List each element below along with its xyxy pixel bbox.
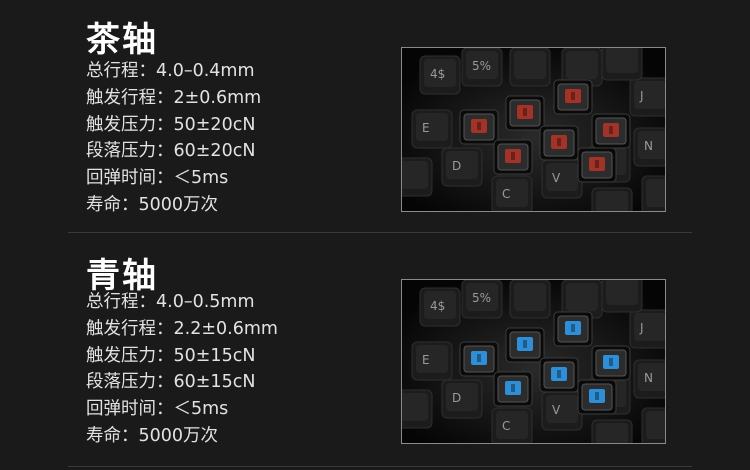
spec-tactile-force: 段落压力：60±20cN bbox=[86, 141, 256, 162]
spec-actuation-travel: 触发行程：2±0.6mm bbox=[86, 87, 262, 108]
keycap-legend: J bbox=[639, 89, 644, 103]
keycap-legend: 4$ bbox=[430, 67, 445, 81]
keycap: 5% bbox=[461, 48, 503, 87]
spec-list: 总行程：4.0–0.5mm 触发行程：2.2±0.6mm 触发压力：50±15c… bbox=[86, 289, 278, 450]
blue-switch-section: 青轴 总行程：4.0–0.5mm 触发行程：2.2±0.6mm 触发压力：50±… bbox=[0, 232, 750, 470]
keycap bbox=[509, 280, 551, 319]
keycap-legend: D bbox=[452, 391, 461, 405]
keycap: D bbox=[441, 379, 483, 419]
keycap: N bbox=[633, 127, 665, 167]
keycap-legend: J bbox=[639, 321, 644, 335]
keycap bbox=[402, 389, 433, 429]
spec-lifespan: 寿命：5000万次 bbox=[86, 425, 219, 446]
keycap-legend: 4$ bbox=[430, 299, 445, 313]
switch bbox=[493, 139, 533, 175]
switch bbox=[591, 345, 631, 381]
brown-switch-keyboard-photo: 4$5%JEDCVBN bbox=[401, 47, 666, 212]
switch bbox=[591, 113, 631, 149]
keycap-legend: C bbox=[502, 187, 510, 201]
keycap-legend: E bbox=[422, 121, 430, 135]
switch bbox=[459, 109, 499, 145]
switch bbox=[505, 327, 545, 363]
spec-reset-time: 回弹时间：＜5ms bbox=[86, 168, 229, 189]
keycap bbox=[641, 407, 665, 443]
keycap: J bbox=[629, 77, 665, 117]
keycap-legend: D bbox=[452, 159, 461, 173]
keycap: V bbox=[541, 159, 583, 199]
switch bbox=[459, 341, 499, 377]
switch bbox=[553, 311, 593, 347]
keycap: C bbox=[491, 175, 533, 211]
keycap bbox=[591, 419, 633, 443]
switch bbox=[539, 357, 579, 393]
keycap bbox=[601, 48, 643, 81]
keycap: V bbox=[541, 391, 583, 431]
switch bbox=[539, 125, 579, 161]
switch bbox=[505, 95, 545, 131]
section-divider bbox=[68, 466, 692, 467]
keycap bbox=[402, 157, 433, 197]
spec-actuation-force: 触发压力：50±15cN bbox=[86, 345, 256, 366]
keycap: E bbox=[411, 341, 453, 381]
keycap-legend: V bbox=[552, 171, 561, 185]
switch bbox=[577, 379, 617, 415]
keycap-legend: N bbox=[644, 139, 653, 153]
spec-list: 总行程：4.0–0.4mm 触发行程：2±0.6mm 触发压力：50±20cN … bbox=[86, 58, 261, 219]
spec-tactile-force: 段落压力：60±15cN bbox=[86, 372, 256, 393]
keycap: J bbox=[629, 309, 665, 349]
switch bbox=[553, 79, 593, 115]
keycap-legend: V bbox=[552, 403, 561, 417]
keycap bbox=[591, 187, 633, 211]
spec-lifespan: 寿命：5000万次 bbox=[86, 194, 219, 215]
keycap: E bbox=[411, 109, 453, 149]
blue-switch-keyboard-photo: 4$5%JEDCVBN bbox=[401, 279, 666, 444]
keycap: D bbox=[441, 147, 483, 187]
brown-switch-section: 茶轴 总行程：4.0–0.4mm 触发行程：2±0.6mm 触发压力：50±20… bbox=[0, 0, 750, 232]
keycap: C bbox=[491, 407, 533, 443]
switch bbox=[493, 371, 533, 407]
keycap-legend: C bbox=[502, 419, 510, 433]
keycap-legend: E bbox=[422, 353, 430, 367]
keycap: N bbox=[633, 359, 665, 399]
switch bbox=[577, 147, 617, 183]
keycap bbox=[509, 48, 551, 87]
spec-actuation-travel: 触发行程：2.2±0.6mm bbox=[86, 318, 278, 339]
spec-reset-time: 回弹时间：＜5ms bbox=[86, 399, 229, 420]
keycap: 5% bbox=[461, 280, 503, 319]
keycap: 4$ bbox=[419, 55, 461, 95]
switch-title: 茶轴 bbox=[86, 20, 158, 60]
spec-actuation-force: 触发压力：50±20cN bbox=[86, 114, 256, 135]
keycap-legend: 5% bbox=[472, 59, 491, 73]
keycap bbox=[641, 175, 665, 211]
spec-total-travel: 总行程：4.0–0.4mm bbox=[86, 61, 255, 81]
keycap: 4$ bbox=[419, 287, 461, 327]
spec-total-travel: 总行程：4.0–0.5mm bbox=[86, 292, 255, 312]
keycap-legend: 5% bbox=[472, 291, 491, 305]
keycap bbox=[601, 280, 643, 313]
keycap-legend: N bbox=[644, 371, 653, 385]
